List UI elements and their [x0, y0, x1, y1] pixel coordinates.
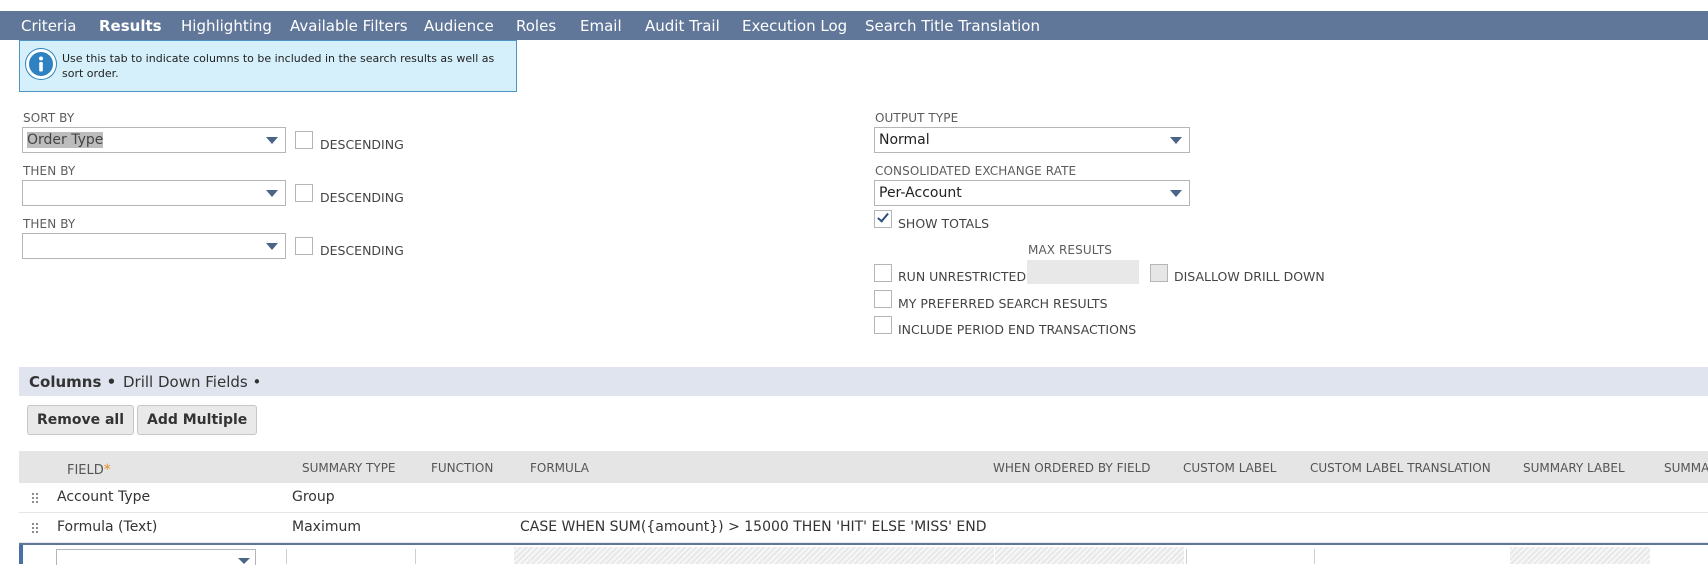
chevron-down-icon: [266, 137, 278, 144]
run-unrestricted-label: RUN UNRESTRICTED: [898, 269, 1027, 284]
sort-by-label: SORT BY: [23, 111, 75, 125]
tab-audit-trail[interactable]: Audit Trail: [645, 17, 720, 35]
period-end-label: INCLUDE PERIOD END TRANSACTIONS: [898, 322, 1137, 337]
chevron-down-icon: [1170, 137, 1182, 144]
info-message: Use this tab to indicate columns to be i…: [19, 40, 517, 92]
sort-by-select[interactable]: Order Type: [22, 127, 286, 153]
info-text: Use this tab to indicate columns to be i…: [62, 52, 495, 80]
sort-by-descending-checkbox[interactable]: [295, 131, 313, 149]
table-row[interactable]: Account Type Group: [19, 483, 1708, 513]
max-results-input[interactable]: [1027, 260, 1139, 284]
new-formula-cell: [514, 547, 994, 564]
then-by-2-descending-checkbox[interactable]: [295, 237, 313, 255]
show-totals-checkbox[interactable]: [874, 210, 892, 228]
header-custom-label-translation[interactable]: CUSTOM LABEL TRANSLATION: [1310, 461, 1491, 475]
tab-execution-log[interactable]: Execution Log: [742, 17, 847, 35]
new-summary-label-cell: [1510, 547, 1650, 564]
tab-results[interactable]: Results: [99, 17, 162, 35]
info-icon: [26, 49, 56, 79]
row-formula: CASE WHEN SUM({amount}) > 15000 THEN 'HI…: [520, 519, 987, 535]
exchange-rate-label: CONSOLIDATED EXCHANGE RATE: [875, 164, 1077, 178]
run-unrestricted-checkbox[interactable]: [874, 264, 892, 282]
subtab-columns[interactable]: Columns •: [29, 373, 116, 391]
then-by-2-descending-label: DESCENDING: [320, 243, 404, 258]
drag-handle-icon[interactable]: [31, 522, 39, 534]
add-multiple-button[interactable]: Add Multiple: [137, 405, 258, 435]
output-type-select[interactable]: Normal: [874, 127, 1190, 153]
new-field-select[interactable]: [56, 549, 256, 565]
then-by-2-select[interactable]: [22, 233, 286, 259]
row-summary-type: Maximum: [292, 519, 361, 535]
columns-table-header: FIELD* SUMMARY TYPE FUNCTION FORMULA WHE…: [19, 451, 1708, 483]
header-summary-label[interactable]: SUMMARY LABEL: [1523, 461, 1625, 475]
remove-all-button[interactable]: Remove all: [27, 405, 135, 435]
subtab-drill-down-fields[interactable]: Drill Down Fields •: [123, 373, 261, 391]
exchange-rate-select[interactable]: Per-Account: [874, 180, 1190, 206]
row-summary-type: Group: [292, 489, 335, 505]
chevron-down-icon: [238, 558, 250, 564]
output-type-label: OUTPUT TYPE: [875, 111, 959, 125]
row-field: Formula (Text): [57, 519, 158, 535]
show-totals-label: SHOW TOTALS: [898, 216, 990, 231]
tab-audience[interactable]: Audience: [424, 17, 494, 35]
header-summary-type[interactable]: SUMMARY TYPE: [302, 461, 396, 475]
header-field[interactable]: FIELD*: [67, 462, 111, 478]
tab-email[interactable]: Email: [580, 17, 622, 35]
sort-by-descending-label: DESCENDING: [320, 137, 404, 152]
tab-highlighting[interactable]: Highlighting: [181, 17, 272, 35]
header-function[interactable]: FUNCTION: [431, 461, 493, 475]
header-summa[interactable]: SUMMA: [1664, 461, 1708, 475]
then-by-descending-label: DESCENDING: [320, 190, 404, 205]
header-when-ordered-by-field[interactable]: WHEN ORDERED BY FIELD: [993, 461, 1151, 475]
table-row[interactable]: Formula (Text) Maximum CASE WHEN SUM({am…: [19, 513, 1708, 543]
tab-search-title-translation[interactable]: Search Title Translation: [865, 17, 1040, 35]
tab-criteria[interactable]: Criteria: [21, 17, 76, 35]
preferred-results-checkbox[interactable]: [874, 290, 892, 308]
header-custom-label[interactable]: CUSTOM LABEL: [1183, 461, 1276, 475]
required-mark: *: [103, 462, 111, 478]
new-when-ordered-cell: [995, 547, 1184, 564]
output-type-value: Normal: [879, 132, 930, 148]
tab-roles[interactable]: Roles: [516, 17, 556, 35]
then-by-2-label: THEN BY: [23, 217, 76, 231]
then-by-label: THEN BY: [23, 164, 76, 178]
new-column-row[interactable]: [19, 543, 1708, 565]
max-results-label: MAX RESULTS: [1028, 243, 1112, 257]
disallow-drill-down-label: DISALLOW DRILL DOWN: [1174, 269, 1325, 284]
chevron-down-icon: [1170, 190, 1182, 197]
preferred-results-label: MY PREFERRED SEARCH RESULTS: [898, 296, 1108, 311]
sort-by-value: Order Type: [27, 132, 104, 148]
subtab-bar: Columns • Drill Down Fields •: [19, 367, 1708, 396]
checkmark-icon: [877, 210, 889, 223]
drag-handle-icon[interactable]: [31, 492, 39, 504]
exchange-rate-value: Per-Account: [879, 185, 962, 201]
disallow-drill-down-checkbox[interactable]: [1150, 264, 1168, 282]
header-formula[interactable]: FORMULA: [530, 461, 589, 475]
chevron-down-icon: [266, 190, 278, 197]
header-field-label: FIELD: [67, 463, 104, 478]
tab-available-filters[interactable]: Available Filters: [290, 17, 408, 35]
chevron-down-icon: [266, 243, 278, 250]
tab-bar: Criteria Results Highlighting Available …: [0, 11, 1708, 51]
edit-row-marker: [19, 545, 23, 564]
row-field: Account Type: [57, 489, 151, 505]
period-end-checkbox[interactable]: [874, 316, 892, 334]
then-by-descending-checkbox[interactable]: [295, 184, 313, 202]
then-by-select[interactable]: [22, 180, 286, 206]
